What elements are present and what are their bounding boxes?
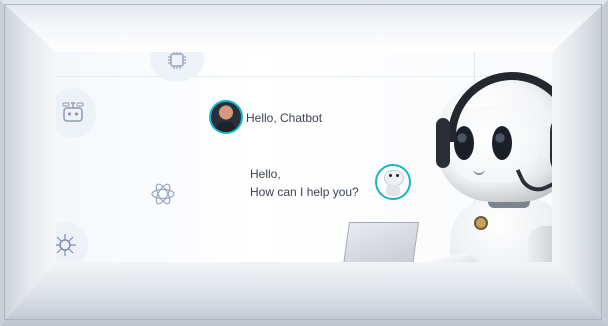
headset-left-ear — [436, 118, 450, 168]
frame-bevel-bottom — [0, 262, 608, 326]
robot-face-icon — [50, 88, 96, 138]
bot-message: Hello, How can I help you? — [250, 165, 359, 201]
user-message: Hello, Chatbot — [246, 111, 323, 125]
bot-message-line-2: How can I help you? — [250, 185, 359, 199]
ai-atom-icon — [140, 172, 186, 216]
bot-message-line-1: Hello, — [250, 167, 281, 181]
bot-avatar — [375, 164, 411, 200]
robot-chest-light — [474, 216, 488, 230]
guide-line-horizontal — [40, 76, 540, 77]
frame-bevel-top — [0, 0, 608, 52]
user-avatar — [209, 100, 243, 134]
framed-image: Hello, Chatbot Hello, How can I help you… — [0, 0, 608, 326]
